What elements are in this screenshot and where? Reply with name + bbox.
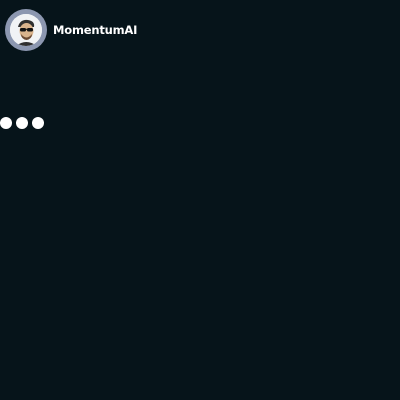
bot-avatar bbox=[5, 9, 47, 51]
avatar-illustration bbox=[10, 14, 42, 46]
typing-dot bbox=[16, 117, 28, 129]
person-with-sunglasses-avatar-icon bbox=[10, 14, 42, 46]
typing-dot bbox=[32, 117, 44, 129]
bot-name: MomentumAI bbox=[53, 23, 138, 37]
typing-dot bbox=[0, 117, 12, 129]
chat-header: MomentumAI bbox=[5, 9, 137, 51]
typing-indicator bbox=[0, 117, 44, 129]
